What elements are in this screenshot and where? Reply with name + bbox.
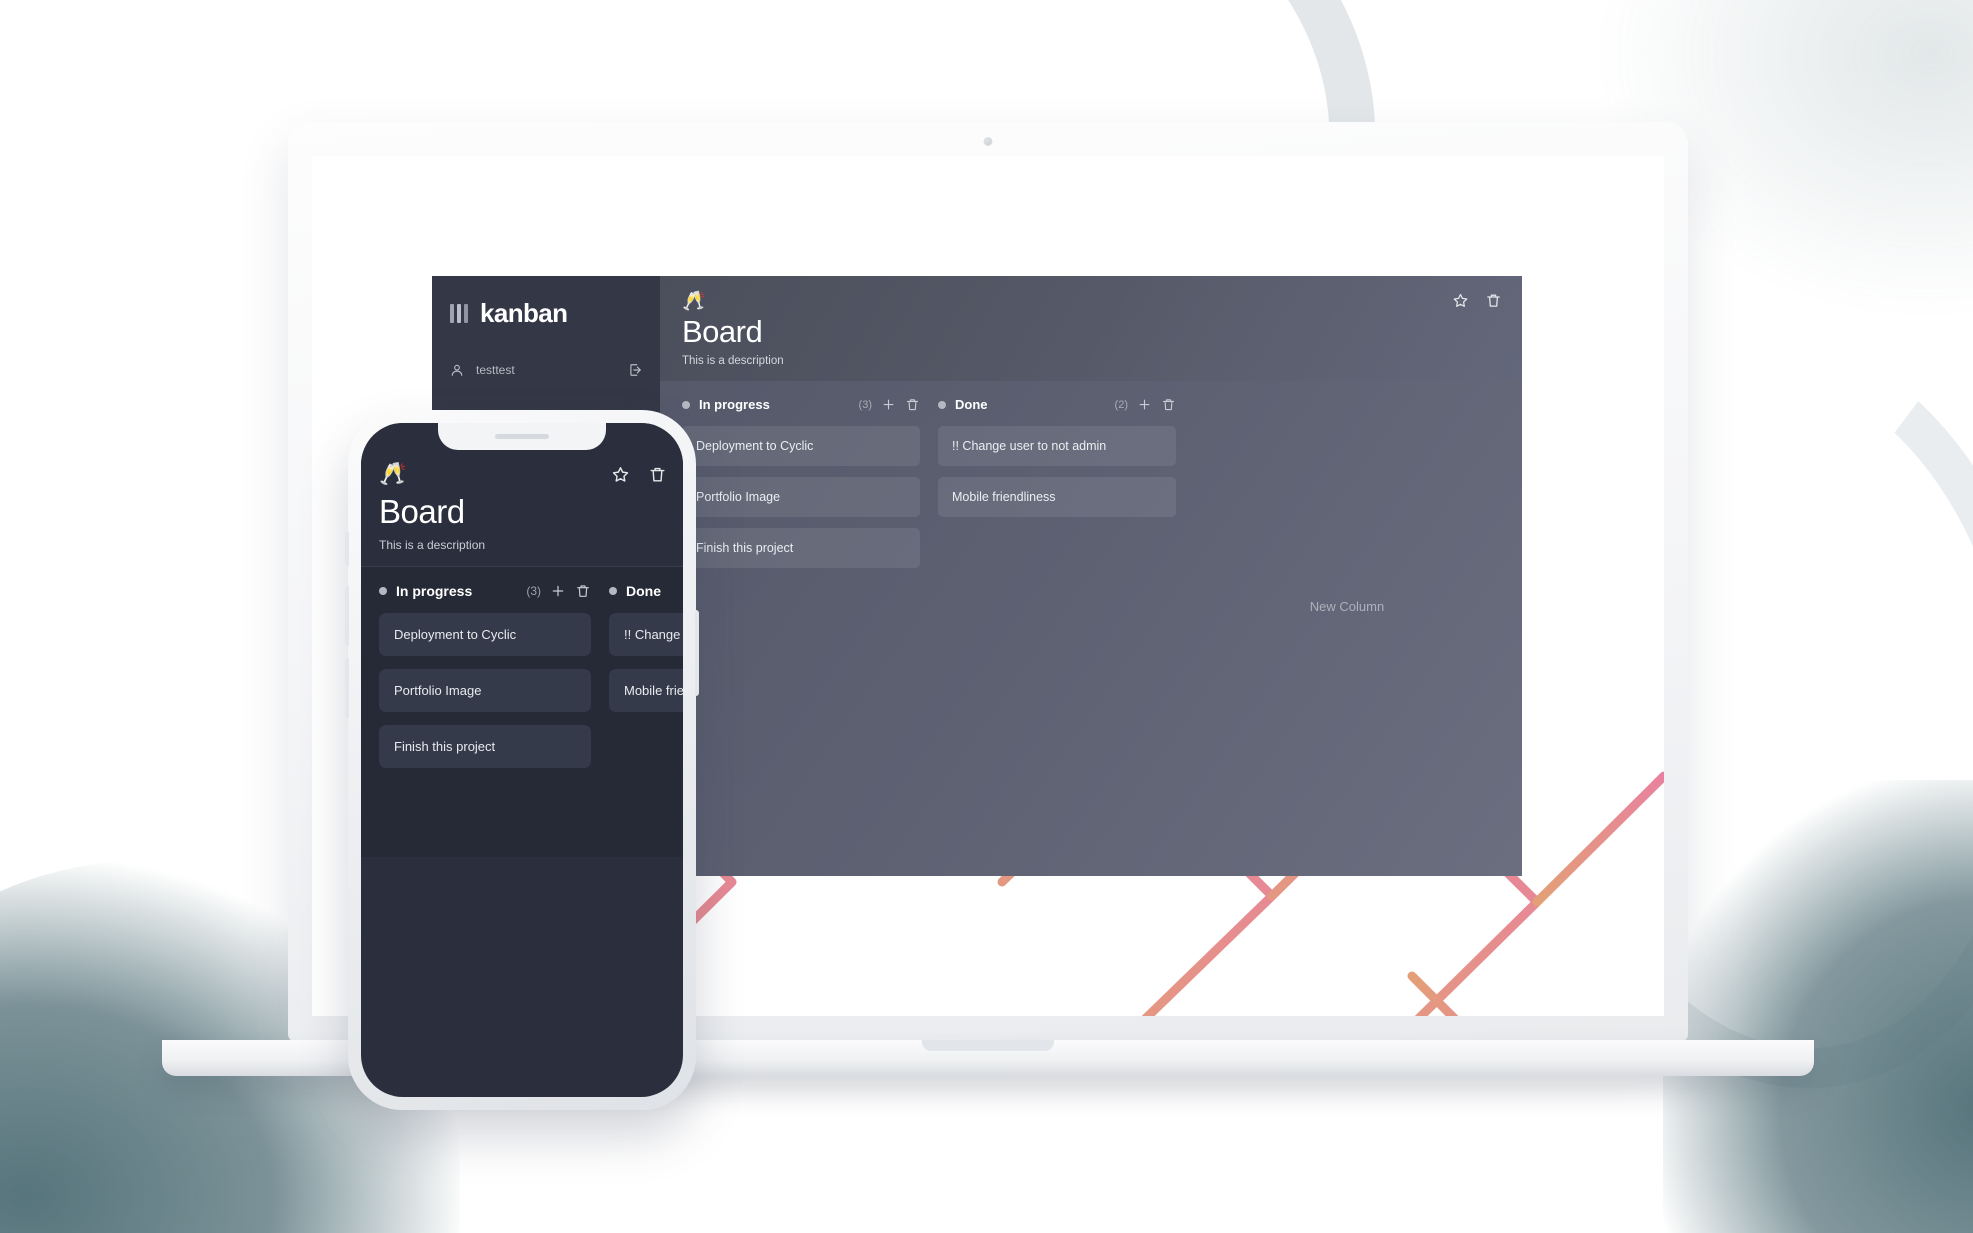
star-outline-icon[interactable]	[611, 465, 630, 484]
phone-notch	[438, 423, 606, 450]
column-name: Done	[626, 583, 661, 599]
column-header: In progress (3)	[682, 397, 920, 412]
phone-board-columns: In progress (3) Deployment to Cyclic Por…	[361, 567, 683, 857]
laptop-base-notch	[922, 1040, 1054, 1051]
new-column-button[interactable]: New Column	[1194, 397, 1500, 876]
column-status-dot-icon	[609, 587, 617, 595]
column-status-dot-icon	[682, 400, 690, 409]
plus-icon[interactable]	[550, 583, 566, 599]
task-card[interactable]: Mobile friendliness	[938, 477, 1176, 518]
phone-column-header: Done (2)	[609, 583, 683, 599]
column-count: (2)	[1114, 398, 1128, 411]
board-header: 🥂 Board This is a description	[660, 276, 1522, 382]
plus-icon[interactable]	[1137, 397, 1152, 412]
task-card[interactable]: Finish this project	[682, 528, 920, 569]
laptop-camera-icon	[983, 137, 993, 146]
board-header-actions	[1452, 292, 1502, 309]
board-title: Board	[682, 314, 763, 349]
task-card[interactable]: Deployment to Cyclic	[379, 613, 591, 656]
phone-volume-up-button[interactable]	[345, 586, 349, 646]
task-card[interactable]: Finish this project	[379, 725, 591, 768]
sidebar-username: testtest	[476, 363, 515, 377]
column-count: (3)	[526, 584, 541, 598]
phone-column-done: Done (2) !! Change user to not admin Mob…	[609, 583, 683, 857]
phone-frame: 🥂 Board This is a description In progres…	[345, 410, 699, 1110]
board-column-in-progress: In progress (3) Deployment to Cyclic Por…	[682, 397, 920, 876]
trash-icon[interactable]	[1161, 397, 1176, 412]
trash-icon[interactable]	[648, 465, 667, 484]
phone-screen: 🥂 Board This is a description In progres…	[361, 423, 683, 1097]
phone-speaker-icon	[495, 434, 549, 439]
trash-icon[interactable]	[575, 583, 591, 599]
phone-silent-switch[interactable]	[345, 532, 349, 566]
column-name: In progress	[396, 583, 473, 599]
task-card[interactable]: Portfolio Image	[682, 477, 920, 518]
column-header: Done (2)	[938, 397, 1176, 412]
sidebar-user-row[interactable]: testtest	[450, 363, 642, 377]
task-card[interactable]: !! Change user to not admin	[609, 613, 683, 656]
phone-power-button[interactable]	[695, 610, 699, 696]
column-name: Done	[955, 397, 988, 413]
phone-header-actions	[611, 465, 667, 484]
column-count: (3)	[858, 398, 872, 411]
board-column-done: Done (2) !! Change user to not admin Mob…	[938, 397, 1176, 876]
user-icon	[450, 363, 464, 377]
logout-icon[interactable]	[628, 363, 642, 377]
task-card[interactable]: !! Change user to not admin	[938, 426, 1176, 467]
three-bars-logo-icon	[450, 304, 468, 323]
phone-column-in-progress: In progress (3) Deployment to Cyclic Por…	[379, 583, 591, 857]
brand-name: kanban	[480, 298, 568, 328]
column-name: In progress	[699, 397, 770, 413]
board-pane: 🥂 Board This is a description In progres…	[660, 276, 1522, 876]
board-emoji: 🥂	[682, 291, 706, 312]
task-card[interactable]: Portfolio Image	[379, 669, 591, 712]
phone-board-title: Board	[379, 493, 465, 530]
board-columns: In progress (3) Deployment to Cyclic Por…	[660, 381, 1522, 876]
task-card[interactable]: Mobile friendliness	[609, 669, 683, 712]
backdrop-teal-bottom-right	[1663, 780, 1973, 1233]
phone-board-description: This is a description	[379, 538, 486, 552]
task-card[interactable]: Deployment to Cyclic	[682, 426, 920, 467]
star-outline-icon[interactable]	[1452, 292, 1469, 309]
trash-icon[interactable]	[1485, 292, 1502, 309]
board-description: This is a description	[682, 355, 784, 368]
column-status-dot-icon	[938, 400, 946, 409]
plus-icon[interactable]	[881, 397, 896, 412]
phone-column-header: In progress (3)	[379, 583, 591, 599]
phone-volume-down-button[interactable]	[345, 658, 349, 718]
brand[interactable]: kanban	[450, 298, 642, 329]
trash-icon[interactable]	[905, 397, 920, 412]
phone-mockup: 🥂 Board This is a description In progres…	[345, 410, 699, 1110]
column-status-dot-icon	[379, 587, 387, 595]
